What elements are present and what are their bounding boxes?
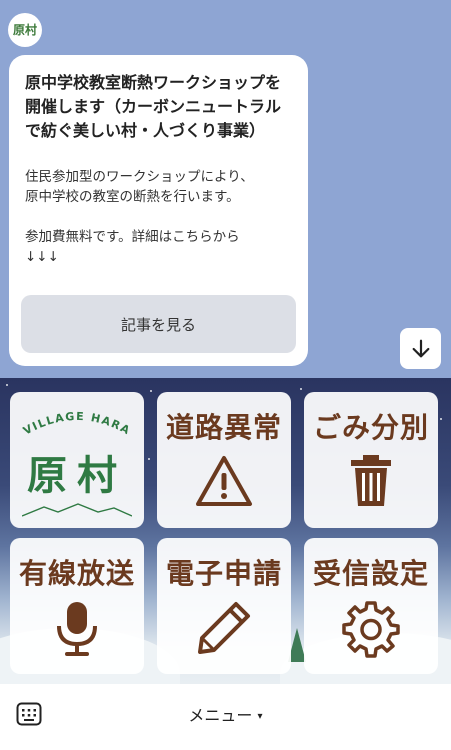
wired-broadcast-tile[interactable]: 有線放送	[10, 538, 144, 674]
star-decoration	[6, 384, 8, 386]
notification-settings-tile[interactable]: 受信設定	[304, 538, 438, 674]
star-decoration	[150, 390, 152, 392]
message-card: 原中学校教室断熱ワークショップを開催します（カーボンニュートラルで紡ぐ美しい村・…	[9, 55, 308, 366]
arrow-down-icon	[412, 339, 429, 357]
mountain-icon	[22, 503, 132, 517]
star-decoration	[148, 458, 150, 460]
wired-broadcast-label: 有線放送	[18, 557, 135, 590]
message-title: 原中学校教室断熱ワークショップを開催します（カーボンニュートラルで紡ぐ美しい村・…	[25, 73, 282, 140]
village-logo-arc-text: VILLAGE HARA	[21, 410, 133, 437]
avatar-text: 原村	[12, 22, 37, 37]
message-body: 住民参加型のワークショップにより、 原中学校の教室の断熱を行います。 参加費無料…	[25, 169, 254, 265]
road-abnormality-label: 道路異常	[165, 411, 282, 444]
electronic-application-label: 電子申請	[165, 557, 282, 590]
bottom-bar: メニュー ▾	[0, 684, 451, 750]
menu-label: メニュー	[188, 706, 253, 725]
account-avatar[interactable]: 原村	[8, 13, 42, 47]
electronic-application-tile[interactable]: 電子申請	[157, 538, 291, 674]
garbage-sorting-tile[interactable]: ごみ分別	[304, 392, 438, 528]
pencil-icon	[198, 602, 250, 654]
caret-down-icon: ▾	[257, 711, 263, 722]
village-logo-text: 原村	[27, 453, 127, 499]
scroll-to-bottom-button[interactable]	[400, 328, 441, 369]
village-logo-tile[interactable]: VILLAGE HARA 原村	[10, 392, 144, 528]
notification-settings-label: 受信設定	[312, 557, 429, 590]
menu-toggle-button[interactable]: メニュー ▾	[0, 702, 451, 726]
microphone-icon	[57, 602, 97, 656]
view-article-button[interactable]: 記事を見る	[21, 295, 296, 353]
trash-icon	[351, 455, 391, 506]
star-decoration	[440, 418, 442, 420]
rich-menu: VILLAGE HARA 原村 道路異常 ごみ分別 有線放送 電子申請 受信設定	[0, 378, 451, 684]
chat-area: 原村 原中学校教室断熱ワークショップを開催します（カーボンニュートラルで紡ぐ美し…	[0, 0, 451, 378]
garbage-sorting-label: ごみ分別	[312, 411, 429, 444]
road-abnormality-tile[interactable]: 道路異常	[157, 392, 291, 528]
gear-icon	[342, 601, 400, 658]
svg-text:VILLAGE HARA: VILLAGE HARA	[21, 410, 133, 437]
warning-icon	[196, 456, 252, 506]
star-decoration	[300, 388, 302, 390]
